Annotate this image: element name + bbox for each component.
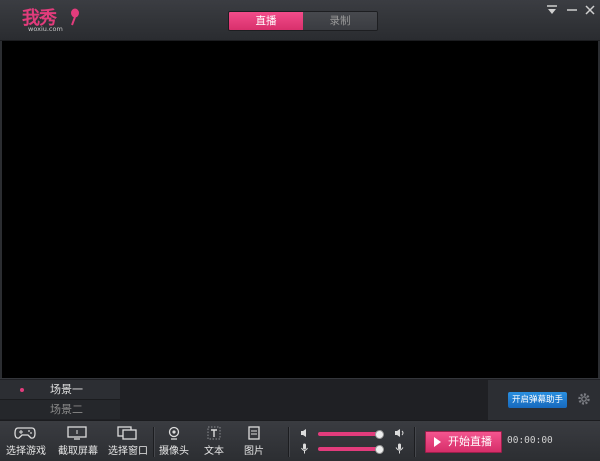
speaker-volume-slider[interactable]: [318, 429, 384, 439]
webcam-icon: [168, 426, 180, 440]
capture-screen-button[interactable]: 截取屏幕: [58, 423, 98, 459]
tool-label: 图片: [244, 446, 264, 457]
tool-label: 截取屏幕: [58, 446, 98, 457]
toolbar-divider: [153, 427, 155, 457]
microphone-volume-handle[interactable]: [374, 444, 384, 454]
speaker-mute-icon[interactable]: [300, 428, 309, 438]
scene-label: 场景二: [50, 403, 83, 416]
tool-label: 选择窗口: [108, 446, 148, 457]
monitor-icon: [67, 426, 87, 440]
tool-label: 文本: [204, 446, 224, 457]
title-bar: 我秀 woxiu.com 直播 录制: [0, 0, 600, 41]
bottom-toolbar: 选择游戏 截取屏幕 选择窗口 摄像头 文本 图片 开始直播 00:00:00: [0, 420, 600, 461]
close-icon[interactable]: [582, 4, 598, 18]
tool-label: 摄像头: [159, 446, 189, 457]
mode-switch: 直播 录制: [228, 11, 378, 31]
gamepad-icon: [14, 427, 36, 439]
select-game-button[interactable]: 选择游戏: [6, 423, 46, 459]
text-button[interactable]: 文本: [200, 423, 228, 459]
text-icon: [207, 426, 221, 440]
danmu-assistant-button[interactable]: 开启弹幕助手: [508, 392, 567, 408]
tab-record[interactable]: 录制: [303, 12, 377, 30]
image-icon: [248, 426, 260, 440]
toolbar-divider: [414, 427, 416, 457]
menu-dropdown-icon[interactable]: [544, 4, 560, 18]
active-scene-indicator: [20, 388, 24, 392]
toolbar-divider: [288, 427, 290, 457]
app-logo: 我秀 woxiu.com: [22, 4, 79, 34]
live-timer: 00:00:00: [507, 435, 553, 446]
image-button[interactable]: 图片: [240, 423, 268, 459]
minimize-icon[interactable]: [564, 4, 580, 18]
scene-item-1[interactable]: 场景一: [0, 380, 120, 400]
scene-label: 场景一: [50, 383, 83, 396]
play-icon: [434, 437, 441, 447]
preview-canvas[interactable]: [2, 41, 598, 378]
tab-live[interactable]: 直播: [229, 12, 303, 30]
start-live-button[interactable]: 开始直播: [425, 431, 502, 453]
microphone-icon: [395, 443, 404, 454]
window-icon: [117, 426, 137, 440]
microphone-mute-icon[interactable]: [300, 443, 309, 454]
scene-item-2[interactable]: 场景二: [0, 400, 120, 419]
start-live-label: 开始直播: [448, 435, 492, 448]
speaker-volume-handle[interactable]: [374, 429, 384, 439]
microphone-volume-slider[interactable]: [318, 444, 384, 454]
camera-button[interactable]: 摄像头: [158, 423, 190, 459]
danmu-panel: 开启弹幕助手: [488, 380, 600, 420]
gear-icon[interactable]: [577, 392, 591, 406]
tool-label: 选择游戏: [6, 446, 46, 457]
scene-bar: 场景一 场景二 开启弹幕助手: [0, 378, 600, 421]
speaker-icon: [395, 429, 404, 437]
select-window-button[interactable]: 选择窗口: [108, 423, 148, 459]
logo-subtitle: woxiu.com: [28, 25, 63, 33]
microphone-logo-icon: [71, 8, 79, 26]
